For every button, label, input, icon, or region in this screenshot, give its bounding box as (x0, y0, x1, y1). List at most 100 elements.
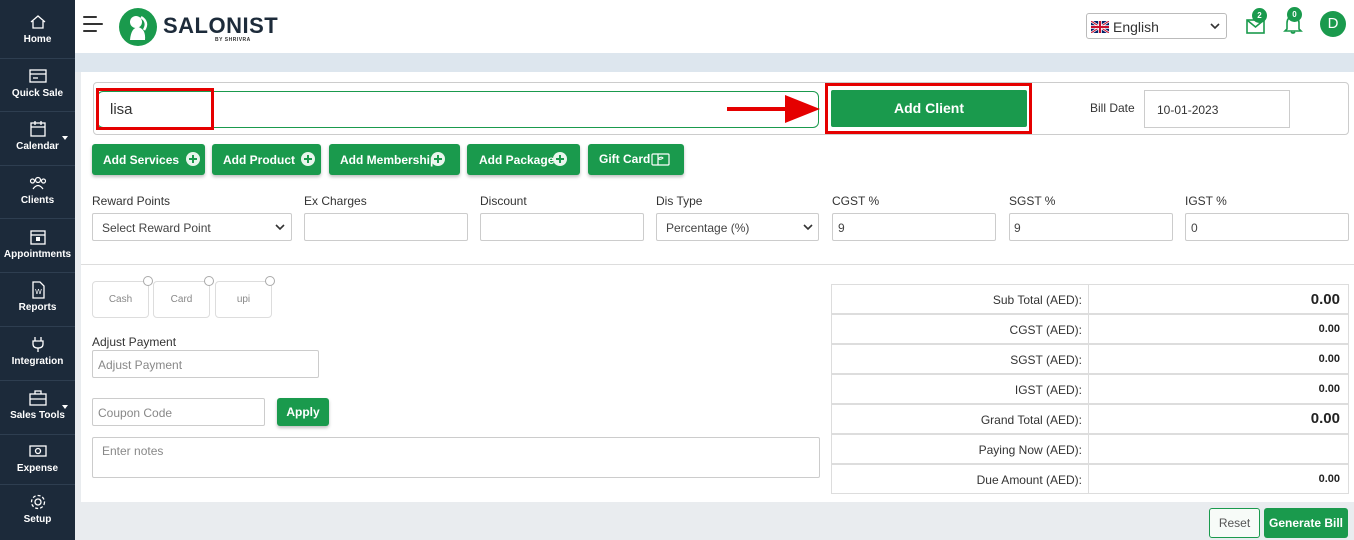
sidebar-item-clients[interactable]: Clients (0, 166, 75, 219)
sidebar-item-label: Reports (18, 302, 57, 313)
add-package-button[interactable]: Add Package (467, 144, 580, 175)
adjust-payment-placeholder: Adjust Payment (98, 358, 183, 372)
sidebar: Home Quick Sale Calendar Clients Appoint… (0, 0, 75, 540)
sidebar-item-expense[interactable]: Expense (0, 435, 75, 485)
logo-icon (119, 8, 157, 46)
calendar-icon (29, 121, 46, 137)
svg-text:W: W (35, 288, 42, 296)
briefcase-icon (28, 390, 47, 406)
highlight-box (96, 88, 214, 130)
notification-count-badge: 0 (1287, 7, 1302, 22)
payment-method-upi[interactable]: upi (215, 281, 272, 318)
summary-value: 0.00 (1318, 353, 1340, 365)
sidebar-item-label: Quick Sale (11, 88, 64, 99)
sidebar-item-calendar[interactable]: Calendar (0, 112, 75, 166)
bill-date-value: 10-01-2023 (1157, 103, 1219, 117)
sidebar-item-sales-tools[interactable]: Sales Tools (0, 381, 75, 435)
sidebar-item-label: Sales Tools (10, 410, 65, 421)
summary-label: Grand Total (AED): (832, 405, 1089, 433)
summary-label: Due Amount (AED): (832, 465, 1089, 493)
radio-card[interactable] (204, 276, 214, 286)
home-icon (30, 15, 45, 29)
plus-circle-icon (553, 152, 567, 166)
sidebar-item-appointments[interactable]: Appointments (0, 219, 75, 273)
footer-bar (75, 502, 1354, 540)
sidebar-item-label: Expense (16, 463, 59, 474)
add-services-label: Add Services (103, 153, 180, 167)
payment-method-cash[interactable]: Cash (92, 281, 149, 318)
gift-card-label: Gift Card (599, 152, 651, 166)
gift-card-button[interactable]: Gift Card (588, 144, 684, 175)
radio-upi[interactable] (265, 276, 275, 286)
language-select[interactable]: English (1086, 13, 1227, 39)
reward-points-value: Select Reward Point (102, 221, 211, 235)
language-value: English (1113, 19, 1159, 35)
discount-label: Discount (480, 194, 527, 208)
sidebar-item-home[interactable]: Home (0, 0, 75, 59)
ex-charges-input[interactable] (304, 213, 468, 241)
summary-label: Paying Now (AED): (832, 435, 1089, 463)
add-client-button[interactable]: Add Client (831, 90, 1027, 127)
payment-method-card[interactable]: Card (153, 281, 210, 318)
reset-button[interactable]: Reset (1209, 508, 1260, 538)
summary-value: 0.00 (1318, 473, 1340, 485)
quick-sale-icon (28, 69, 47, 83)
chevron-down-icon (803, 224, 813, 231)
sidebar-item-label: Appointments (3, 249, 72, 260)
plus-circle-icon (301, 152, 315, 166)
adjust-payment-label: Adjust Payment (92, 335, 177, 349)
plus-circle-icon (186, 152, 200, 166)
discount-input[interactable] (480, 213, 644, 241)
summary-value: 0.00 (1310, 410, 1340, 427)
sidebar-item-quick-sale[interactable]: Quick Sale (0, 59, 75, 112)
ex-charges-label: Ex Charges (304, 194, 367, 208)
reward-points-label: Reward Points (92, 194, 171, 208)
apply-coupon-button[interactable]: Apply (277, 398, 329, 426)
avatar[interactable]: D (1320, 11, 1346, 37)
chevron-down-icon (62, 136, 68, 140)
sidebar-item-integration[interactable]: Integration (0, 327, 75, 381)
sgst-label: SGST % (1009, 194, 1056, 208)
gear-icon (30, 494, 45, 510)
hamburger-menu-icon[interactable] (83, 14, 103, 34)
billing-panel: lisa Add Client Bill Date 10-01-2023 Add… (81, 72, 1354, 502)
summary-label: Sub Total (AED): (832, 285, 1089, 313)
summary-row-cgst: CGST (AED): 0.00 (831, 314, 1349, 344)
add-services-button[interactable]: Add Services (92, 144, 205, 175)
reports-icon: W (31, 281, 45, 299)
chevron-down-icon (1210, 23, 1220, 30)
cgst-value: 9 (838, 221, 845, 235)
cash-icon (28, 445, 47, 457)
summary-label: IGST (AED): (832, 375, 1089, 403)
bill-date-label: Bill Date (1090, 101, 1135, 115)
cgst-label: CGST % (832, 194, 880, 208)
chevron-down-icon (62, 405, 68, 409)
radio-cash[interactable] (143, 276, 153, 286)
add-package-label: Add Package (479, 153, 555, 167)
notes-textarea[interactable] (92, 437, 820, 478)
summary-row-subtotal: Sub Total (AED): 0.00 (831, 284, 1349, 314)
dis-type-value: Percentage (%) (666, 221, 750, 235)
add-product-label: Add Product (223, 153, 295, 167)
appointments-icon (29, 230, 46, 245)
sidebar-item-reports[interactable]: W Reports (0, 273, 75, 327)
add-product-button[interactable]: Add Product (212, 144, 321, 175)
generate-bill-button[interactable]: Generate Bill (1264, 508, 1348, 538)
header-strip (75, 53, 1354, 72)
summary-label: CGST (AED): (832, 315, 1089, 343)
gift-card-icon (651, 153, 670, 166)
sgst-input[interactable] (1009, 213, 1173, 241)
sidebar-item-label: Home (23, 34, 52, 45)
igst-input[interactable] (1185, 213, 1349, 241)
plug-icon (31, 337, 44, 352)
sidebar-item-setup[interactable]: Setup (0, 485, 75, 540)
add-membership-button[interactable]: Add Membership (329, 144, 460, 175)
summary-value: 0.00 (1318, 323, 1340, 335)
dis-type-label: Dis Type (656, 194, 703, 208)
brand-subtitle: BY SHRIVRA (215, 37, 251, 43)
clients-icon (29, 176, 46, 190)
summary-value: 0.00 (1318, 383, 1340, 395)
red-arrow-icon (727, 95, 820, 123)
igst-label: IGST % (1185, 194, 1227, 208)
cgst-input[interactable] (832, 213, 996, 241)
